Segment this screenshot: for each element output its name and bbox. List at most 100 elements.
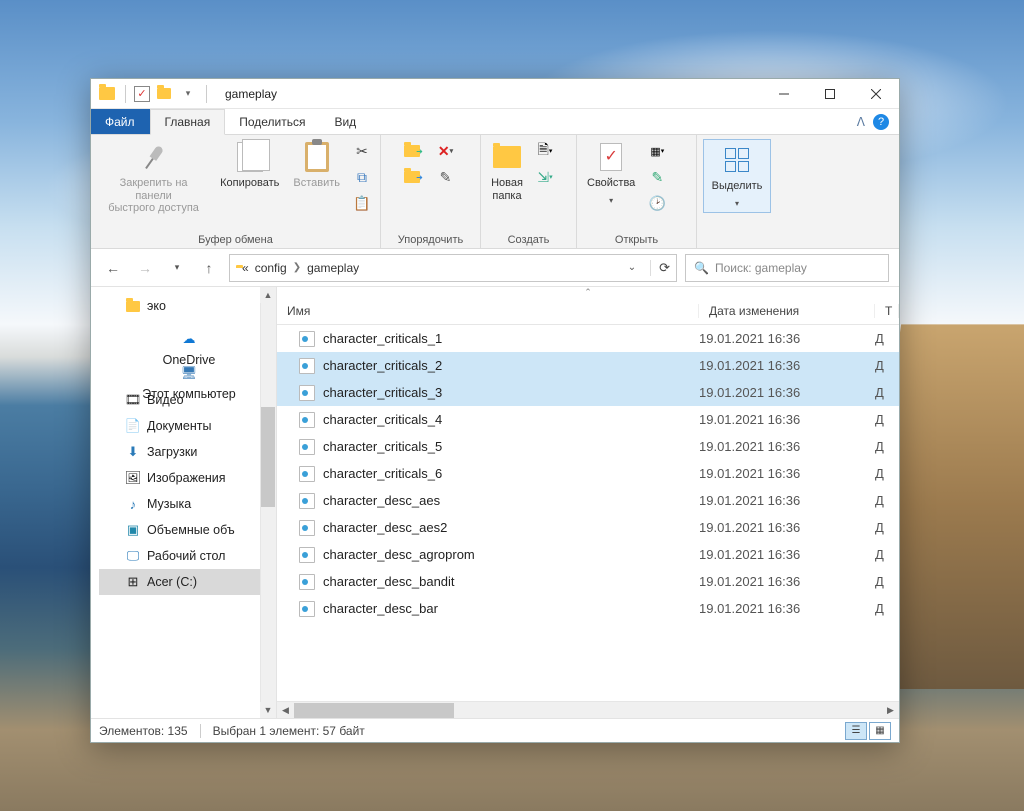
file-type: Д bbox=[875, 331, 899, 346]
file-name: character_criticals_3 bbox=[323, 385, 699, 400]
properties-button[interactable]: Свойства ▾ bbox=[583, 139, 639, 207]
history-icon[interactable]: 🕑 bbox=[645, 191, 669, 215]
xml-file-icon bbox=[297, 574, 317, 590]
main-area: эко ☁OneDrive 🖥Этот компьютер 🎞Видео 📄До… bbox=[91, 287, 899, 718]
collapse-ribbon-icon[interactable]: ᐱ bbox=[857, 115, 865, 129]
edit-icon[interactable]: ✎ bbox=[645, 165, 669, 189]
nav-item-music[interactable]: ♪Музыка bbox=[99, 491, 276, 517]
column-name[interactable]: Имя bbox=[277, 304, 699, 318]
file-type: Д bbox=[875, 520, 899, 535]
file-row[interactable]: character_desc_aes19.01.2021 16:36Д bbox=[277, 487, 899, 514]
file-list[interactable]: character_criticals_119.01.2021 16:36Дch… bbox=[277, 325, 899, 701]
folder-icon bbox=[125, 298, 141, 314]
scroll-down-icon[interactable]: ▼ bbox=[260, 702, 276, 718]
file-type: Д bbox=[875, 547, 899, 562]
group-organize-label: Упорядочить bbox=[387, 232, 474, 246]
status-item-count: Элементов: 135 bbox=[99, 724, 188, 738]
properties-qat-icon[interactable]: ✓ bbox=[134, 86, 150, 102]
horizontal-scrollbar[interactable]: ◀ ▶ bbox=[277, 701, 899, 718]
nav-item-3dobjects[interactable]: ▣Объемные объ bbox=[99, 517, 276, 543]
minimize-button[interactable] bbox=[761, 79, 807, 109]
new-folder-button[interactable]: Новая папка bbox=[487, 139, 527, 204]
tab-home[interactable]: Главная bbox=[150, 109, 226, 135]
nav-item-pictures[interactable]: 🖼Изображения bbox=[99, 465, 276, 491]
file-row[interactable]: character_criticals_419.01.2021 16:36Д bbox=[277, 406, 899, 433]
ribbon: Закрепить на панели быстрого доступа Коп… bbox=[91, 135, 899, 249]
copy-path-icon[interactable]: ⧉ bbox=[350, 165, 374, 189]
file-row[interactable]: character_criticals_519.01.2021 16:36Д bbox=[277, 433, 899, 460]
back-button[interactable]: ← bbox=[101, 256, 125, 280]
details-view-button[interactable]: ☰ bbox=[845, 722, 867, 740]
documents-icon: 📄 bbox=[125, 418, 141, 434]
xml-file-icon bbox=[297, 439, 317, 455]
open-icon[interactable]: ▦▾ bbox=[645, 139, 669, 163]
collapse-handle-icon[interactable]: ⌃ bbox=[277, 287, 899, 297]
nav-item-onedrive[interactable]: ☁OneDrive bbox=[99, 327, 276, 353]
tab-view[interactable]: Вид bbox=[320, 109, 371, 134]
scroll-right-icon[interactable]: ▶ bbox=[882, 702, 899, 719]
column-headers[interactable]: Имя Дата изменения Т bbox=[277, 297, 899, 325]
file-row[interactable]: character_criticals_119.01.2021 16:36Д bbox=[277, 325, 899, 352]
copy-button[interactable]: Копировать bbox=[216, 139, 283, 192]
group-open-label: Открыть bbox=[583, 232, 690, 246]
scroll-up-icon[interactable]: ▲ bbox=[260, 287, 276, 303]
file-row[interactable]: character_desc_bandit19.01.2021 16:36Д bbox=[277, 568, 899, 595]
breadcrumb-segment[interactable]: gameplay bbox=[307, 261, 359, 275]
paste-button[interactable]: Вставить bbox=[289, 139, 344, 198]
nav-item-drive-c[interactable]: ⊞Acer (C:) bbox=[99, 569, 276, 595]
music-icon: ♪ bbox=[125, 496, 141, 512]
move-to-icon[interactable]: ➜ bbox=[404, 139, 428, 163]
search-input[interactable]: 🔍 Поиск: gameplay bbox=[685, 254, 889, 282]
nav-item-downloads[interactable]: ⬇Загрузки bbox=[99, 439, 276, 465]
recent-locations-button[interactable]: ▾ bbox=[165, 256, 189, 280]
file-row[interactable]: character_criticals_319.01.2021 16:36Д bbox=[277, 379, 899, 406]
folder-qat-icon[interactable] bbox=[154, 84, 174, 104]
copy-icon bbox=[234, 141, 266, 173]
paste-shortcut-icon[interactable]: 📋 bbox=[350, 191, 374, 215]
file-row[interactable]: character_desc_agroprom19.01.2021 16:36Д bbox=[277, 541, 899, 568]
nav-item-documents[interactable]: 📄Документы bbox=[99, 413, 276, 439]
cut-icon[interactable]: ✂ bbox=[350, 139, 374, 163]
nav-item-desktop[interactable]: 🖵Рабочий стол bbox=[99, 543, 276, 569]
column-type[interactable]: Т bbox=[875, 304, 899, 318]
file-row[interactable]: character_desc_aes219.01.2021 16:36Д bbox=[277, 514, 899, 541]
pin-icon bbox=[138, 141, 170, 173]
column-date[interactable]: Дата изменения bbox=[699, 304, 875, 318]
select-button[interactable]: Выделить ▾ bbox=[703, 139, 772, 213]
easy-access-icon[interactable]: ⇲▾ bbox=[533, 165, 557, 189]
objects3d-icon: ▣ bbox=[125, 522, 141, 538]
rename-icon[interactable]: ✎ bbox=[434, 165, 458, 189]
file-row[interactable]: character_desc_bar19.01.2021 16:36Д bbox=[277, 595, 899, 622]
chevron-right-icon[interactable]: ❯ bbox=[293, 262, 301, 273]
tab-share[interactable]: Поделиться bbox=[225, 109, 320, 134]
qat-dropdown-icon[interactable]: ▾ bbox=[178, 84, 198, 104]
thumbnails-view-button[interactable]: ▦ bbox=[869, 722, 891, 740]
close-button[interactable] bbox=[853, 79, 899, 109]
forward-button[interactable]: → bbox=[133, 256, 157, 280]
nav-item-eco[interactable]: эко bbox=[99, 293, 276, 319]
new-item-icon[interactable]: 🗎▾ bbox=[533, 139, 557, 163]
scroll-thumb[interactable] bbox=[261, 407, 275, 507]
file-row[interactable]: character_criticals_619.01.2021 16:36Д bbox=[277, 460, 899, 487]
address-bar[interactable]: « config ❯ gameplay ⌄ ⟳ bbox=[229, 254, 677, 282]
status-selection: Выбран 1 элемент: 57 байт bbox=[213, 724, 365, 738]
breadcrumb-segment[interactable]: config bbox=[255, 261, 287, 275]
copy-to-icon[interactable]: ➜ bbox=[404, 165, 428, 189]
nav-item-thispc[interactable]: 🖥Этот компьютер bbox=[99, 361, 276, 387]
pin-to-quickaccess-button[interactable]: Закрепить на панели быстрого доступа bbox=[97, 139, 210, 217]
scroll-left-icon[interactable]: ◀ bbox=[277, 702, 294, 719]
nav-scrollbar[interactable]: ▲ ▼ bbox=[260, 287, 276, 718]
refresh-icon[interactable]: ⟳ bbox=[650, 260, 670, 276]
file-row[interactable]: character_criticals_219.01.2021 16:36Д bbox=[277, 352, 899, 379]
xml-file-icon bbox=[297, 358, 317, 374]
scroll-thumb[interactable] bbox=[294, 703, 454, 718]
downloads-icon: ⬇ bbox=[125, 444, 141, 460]
help-icon[interactable]: ? bbox=[873, 114, 889, 130]
xml-file-icon bbox=[297, 601, 317, 617]
up-button[interactable]: ↑ bbox=[197, 256, 221, 280]
address-dropdown-icon[interactable]: ⌄ bbox=[624, 262, 640, 273]
delete-icon[interactable]: ✕▾ bbox=[434, 139, 458, 163]
tab-file[interactable]: Файл bbox=[91, 109, 150, 134]
navigation-pane[interactable]: эко ☁OneDrive 🖥Этот компьютер 🎞Видео 📄До… bbox=[91, 287, 277, 718]
maximize-button[interactable] bbox=[807, 79, 853, 109]
